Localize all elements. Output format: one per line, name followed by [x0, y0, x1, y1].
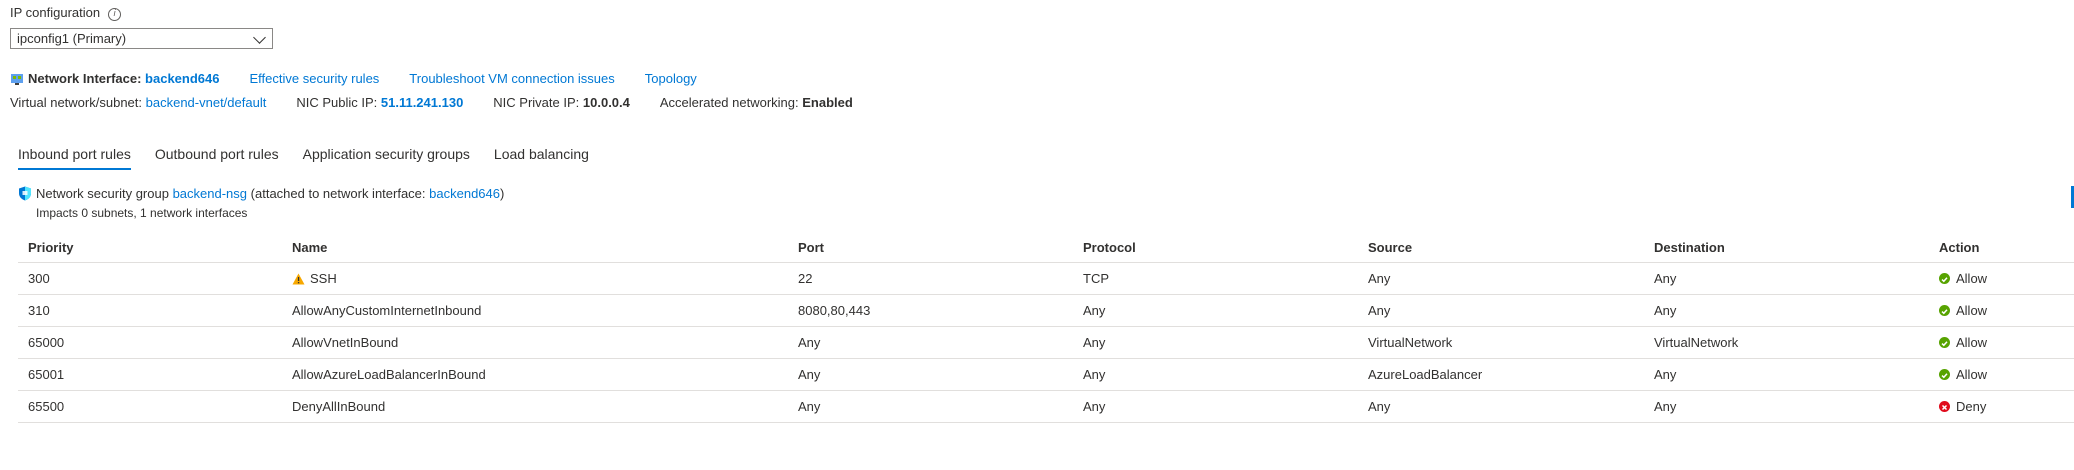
- chevron-down-icon: [253, 31, 266, 44]
- allow-check-icon: [1939, 305, 1950, 316]
- ip-configuration-label-text: IP configuration: [10, 5, 101, 20]
- effective-security-rules-link[interactable]: Effective security rules: [249, 71, 379, 86]
- tab-load-balancing[interactable]: Load balancing: [494, 146, 589, 170]
- nsg-name-link[interactable]: backend-nsg: [173, 186, 247, 201]
- table-header-row: Priority Name Port Protocol Source Desti…: [18, 232, 2074, 263]
- cell-action: Deny: [1939, 399, 1986, 414]
- nsg-impacts-text: Impacts 0 subnets, 1 network interfaces: [36, 206, 248, 220]
- allow-check-icon: [1939, 369, 1950, 380]
- cell-source: AzureLoadBalancer: [1368, 367, 1483, 382]
- column-header-destination[interactable]: Destination: [1654, 240, 1725, 255]
- column-header-name[interactable]: Name: [292, 240, 327, 255]
- action-value: Allow: [1956, 335, 1988, 350]
- deny-x-icon: [1939, 401, 1950, 412]
- cell-name: DenyAllInBound: [292, 399, 386, 414]
- action-value: Allow: [1956, 271, 1988, 286]
- accelerated-networking-label: Accelerated networking:: [659, 95, 799, 110]
- cell-protocol: Any: [1083, 335, 1106, 350]
- ip-configuration-select[interactable]: ipconfig1 (Primary): [10, 28, 273, 49]
- cell-destination: VirtualNetwork: [1654, 335, 1739, 350]
- cell-source: Any: [1368, 271, 1391, 286]
- info-icon[interactable]: i: [108, 8, 122, 21]
- cell-destination: Any: [1654, 303, 1677, 318]
- cell-action: Allow: [1939, 335, 1987, 350]
- cell-priority: 65500: [28, 399, 65, 414]
- tab-application-security-groups[interactable]: Application security groups: [303, 146, 470, 170]
- private-ip-value: 10.0.0.4: [582, 95, 630, 110]
- action-value: Deny: [1956, 399, 1987, 414]
- cell-protocol: Any: [1083, 399, 1106, 414]
- cell-destination: Any: [1654, 367, 1677, 382]
- cell-port: 22: [798, 271, 813, 286]
- network-security-group-info: Network security group backend-nsg (atta…: [18, 186, 504, 201]
- cell-name: AllowVnetInBound: [292, 335, 399, 350]
- private-ip-label: NIC Private IP:: [493, 95, 580, 110]
- allow-check-icon: [1939, 273, 1950, 284]
- public-ip-link[interactable]: 51.11.241.130: [381, 95, 463, 110]
- action-value: Allow: [1956, 367, 1988, 382]
- cell-priority: 65001: [28, 367, 65, 382]
- port-rules-tabs: Inbound port rules Outbound port rules A…: [18, 146, 613, 170]
- nsg-prefix: Network security group: [36, 186, 169, 201]
- network-interface-prefix: Network Interface:: [28, 71, 142, 86]
- column-header-port[interactable]: Port: [798, 240, 824, 255]
- network-interface-details: Virtual network/subnet: backend-vnet/def…: [10, 95, 853, 110]
- cell-name: SSH: [292, 271, 337, 286]
- cell-protocol: Any: [1083, 303, 1106, 318]
- table-row[interactable]: 65000 AllowVnetInBound Any Any VirtualNe…: [18, 327, 2074, 359]
- network-interface-name-link[interactable]: backend646: [145, 71, 219, 86]
- tab-outbound-port-rules[interactable]: Outbound port rules: [155, 146, 279, 170]
- cell-port: Any: [798, 399, 821, 414]
- table-row[interactable]: 300 SSH 22 TCP Any Any Allow: [18, 263, 2074, 295]
- topology-link[interactable]: Topology: [645, 71, 697, 86]
- inbound-rules-table: Priority Name Port Protocol Source Desti…: [18, 232, 2074, 423]
- ip-configuration-selected-value: ipconfig1 (Primary): [17, 31, 127, 46]
- shield-icon: [19, 186, 31, 201]
- cell-priority: 65000: [28, 335, 65, 350]
- column-header-action[interactable]: Action: [1939, 240, 1979, 255]
- vnet-subnet-label: Virtual network/subnet:: [10, 95, 142, 110]
- cell-action: Allow: [1939, 271, 1987, 286]
- tab-inbound-port-rules[interactable]: Inbound port rules: [18, 146, 131, 170]
- cell-priority: 310: [28, 303, 50, 318]
- cell-destination: Any: [1654, 271, 1677, 286]
- cell-destination: Any: [1654, 399, 1677, 414]
- accelerated-networking-value: Enabled: [802, 95, 853, 110]
- cell-source: Any: [1368, 399, 1391, 414]
- cell-action: Allow: [1939, 303, 1987, 318]
- column-header-priority[interactable]: Priority: [28, 240, 74, 255]
- nsg-attached-prefix: (attached to network interface:: [250, 186, 426, 201]
- network-interface-icon: [11, 73, 23, 85]
- table-row[interactable]: 310 AllowAnyCustomInternetInbound 8080,8…: [18, 295, 2074, 327]
- ip-configuration-label: IP configuration i: [10, 5, 122, 21]
- vnet-subnet-link[interactable]: backend-vnet/default: [146, 95, 267, 110]
- warning-icon: [292, 273, 305, 284]
- cell-port: Any: [798, 335, 821, 350]
- allow-check-icon: [1939, 337, 1950, 348]
- troubleshoot-vm-connection-link[interactable]: Troubleshoot VM connection issues: [409, 71, 614, 86]
- cell-name: AllowAnyCustomInternetInbound: [292, 303, 482, 318]
- rule-name: SSH: [310, 271, 337, 286]
- cell-source: VirtualNetwork: [1368, 335, 1453, 350]
- public-ip-label: NIC Public IP:: [296, 95, 378, 110]
- column-header-source[interactable]: Source: [1368, 240, 1412, 255]
- cell-name: AllowAzureLoadBalancerInBound: [292, 367, 486, 382]
- nsg-attached-suffix: ): [500, 186, 505, 201]
- table-row[interactable]: 65500 DenyAllInBound Any Any Any Any Den…: [18, 391, 2074, 423]
- cell-action: Allow: [1939, 367, 1987, 382]
- cell-port: 8080,80,443: [798, 303, 871, 318]
- cell-protocol: TCP: [1083, 271, 1109, 286]
- action-value: Allow: [1956, 303, 1988, 318]
- network-interface-header: Network Interface: backend646 Effective …: [10, 71, 697, 86]
- cell-protocol: Any: [1083, 367, 1106, 382]
- cell-priority: 300: [28, 271, 50, 286]
- cell-source: Any: [1368, 303, 1391, 318]
- nsg-attached-nic-link[interactable]: backend646: [429, 186, 500, 201]
- column-header-protocol[interactable]: Protocol: [1083, 240, 1136, 255]
- table-row[interactable]: 65001 AllowAzureLoadBalancerInBound Any …: [18, 359, 2074, 391]
- cell-port: Any: [798, 367, 821, 382]
